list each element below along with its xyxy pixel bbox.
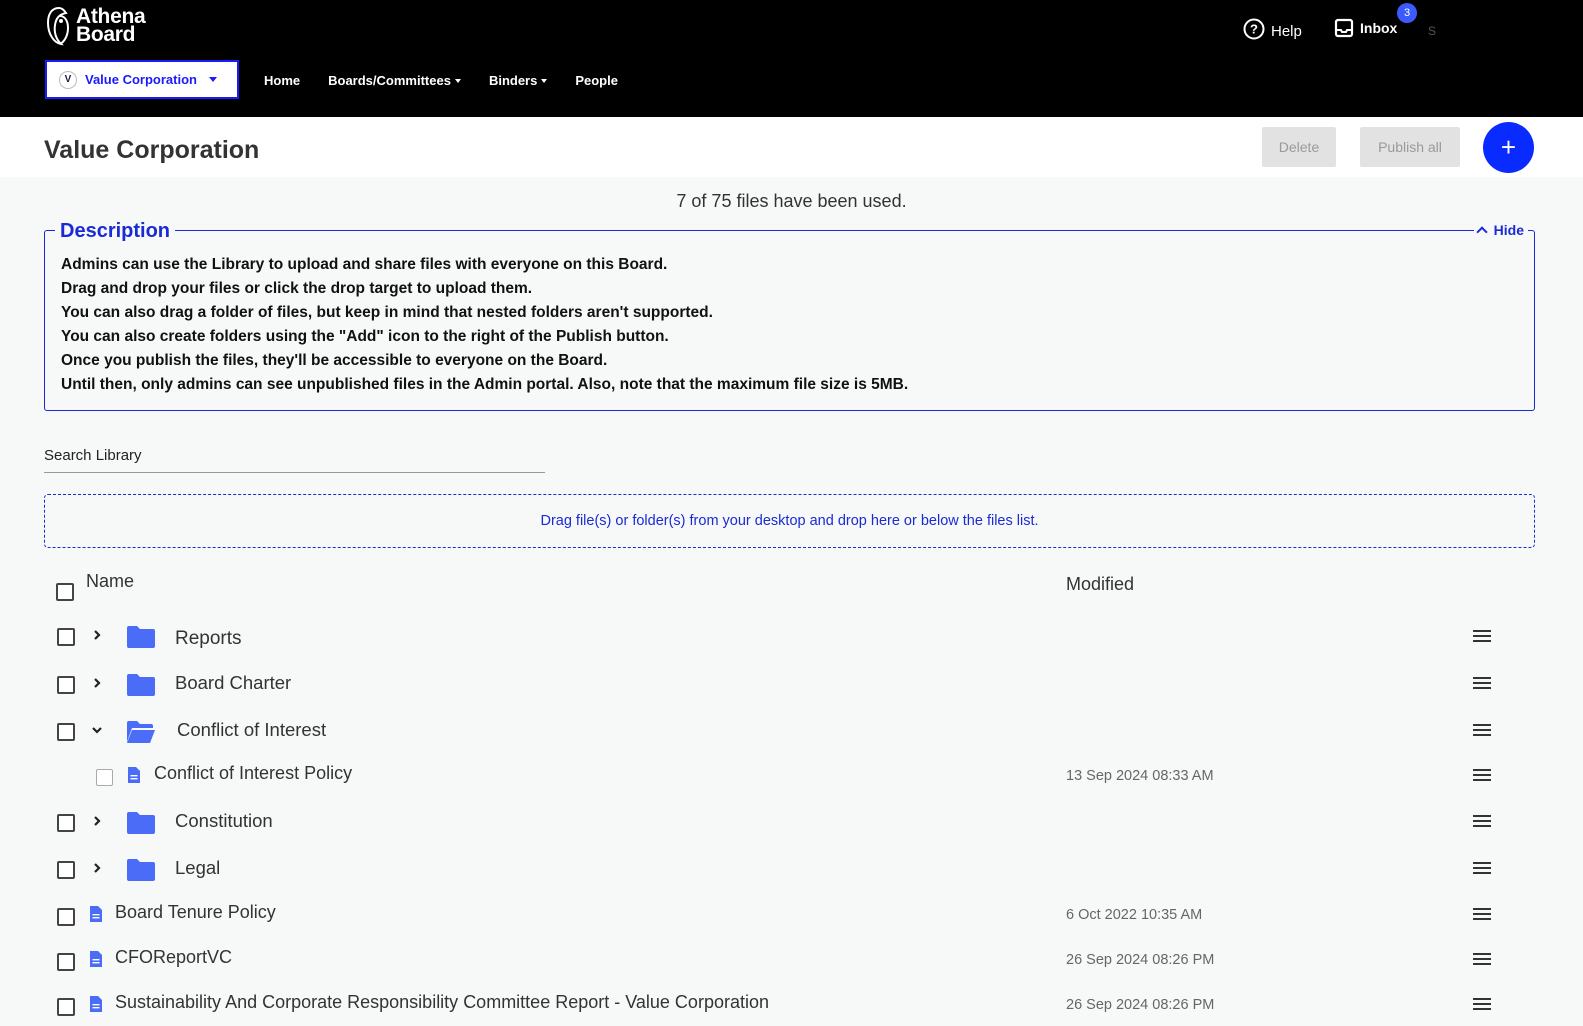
- svg-text:?: ?: [1250, 22, 1258, 37]
- folder-name[interactable]: Board Charter: [175, 672, 291, 694]
- file-drop-zone[interactable]: Drag file(s) or folder(s) from your desk…: [44, 494, 1535, 548]
- help-circle-icon: ?: [1243, 18, 1265, 40]
- folder-name[interactable]: Reports: [175, 628, 242, 650]
- row-checkbox[interactable]: [57, 814, 75, 832]
- collapse-chevron-down-icon[interactable]: [90, 723, 104, 737]
- help-label: Help: [1271, 22, 1302, 40]
- help-link[interactable]: ? Help: [1243, 18, 1302, 40]
- file-name[interactable]: Board Tenure Policy: [115, 902, 276, 923]
- column-header-modified[interactable]: Modified: [1066, 574, 1134, 595]
- nav-home-label: Home: [264, 73, 301, 88]
- organization-selector[interactable]: V Value Corporation: [45, 60, 239, 99]
- logo-line-2: Board: [76, 23, 136, 46]
- file-usage-text: 7 of 75 files have been used.: [676, 191, 907, 211]
- row-checkbox[interactable]: [57, 861, 75, 879]
- folder-icon: [127, 859, 155, 881]
- expand-chevron-right-icon[interactable]: [90, 861, 104, 875]
- row-checkbox[interactable]: [57, 723, 75, 741]
- row-checkbox[interactable]: [57, 908, 75, 926]
- row-checkbox[interactable]: [57, 676, 75, 694]
- inbox-count-badge: 3: [1397, 3, 1417, 23]
- delete-button[interactable]: Delete: [1262, 127, 1336, 167]
- folder-name[interactable]: Constitution: [175, 810, 273, 832]
- drop-zone-text: Drag file(s) or folder(s) from your desk…: [540, 513, 1039, 529]
- description-line: Drag and drop your files or click the dr…: [61, 280, 533, 297]
- modified-date: 6 Oct 2022 10:35 AM: [1066, 907, 1203, 923]
- column-header-name[interactable]: Name: [86, 571, 134, 592]
- document-icon: [90, 951, 102, 967]
- add-button[interactable]: +: [1483, 122, 1534, 173]
- description-legend: Description: [55, 220, 176, 243]
- owl-logo-icon: [46, 6, 70, 46]
- folder-icon: [127, 626, 155, 648]
- file-name[interactable]: CFOReportVC: [115, 947, 232, 968]
- modified-date: 26 Sep 2024 08:26 PM: [1066, 952, 1215, 968]
- chevron-up-icon: [1475, 226, 1488, 238]
- nav-people[interactable]: People: [575, 73, 618, 88]
- chevron-down-icon: [208, 77, 217, 82]
- folder-name[interactable]: Conflict of Interest: [177, 719, 326, 741]
- nav-binders-label: Binders: [488, 73, 538, 88]
- folder-icon: [127, 812, 155, 834]
- hide-label: Hide: [1493, 222, 1524, 238]
- folder-name[interactable]: Legal: [175, 857, 220, 879]
- nav-binders[interactable]: Binders: [488, 73, 548, 88]
- user-menu[interactable]: S: [1428, 24, 1436, 38]
- inbox-link[interactable]: Inbox: [1334, 18, 1397, 38]
- modified-date: 26 Sep 2024 08:26 PM: [1066, 997, 1215, 1013]
- nav-boards-committees[interactable]: Boards/Committees: [328, 73, 461, 88]
- search-underline: [44, 472, 545, 473]
- file-name[interactable]: Sustainability And Corporate Responsibil…: [115, 992, 769, 1013]
- row-menu-icon[interactable]: [1473, 862, 1491, 876]
- plus-icon: +: [1500, 132, 1517, 162]
- modified-date: 13 Sep 2024 08:33 AM: [1066, 768, 1214, 784]
- row-checkbox[interactable]: [57, 953, 75, 971]
- row-menu-icon[interactable]: [1473, 677, 1491, 691]
- athena-board-logo[interactable]: Athena Board: [46, 6, 146, 46]
- folder-open-icon: [127, 721, 155, 743]
- search-library-input[interactable]: [44, 443, 545, 471]
- page-title: Value Corporation: [44, 136, 260, 164]
- nav-boards-committees-label: Boards/Committees: [328, 73, 451, 88]
- file-name[interactable]: Conflict of Interest Policy: [154, 763, 352, 784]
- organization-badge-icon: V: [59, 70, 77, 89]
- expand-chevron-right-icon[interactable]: [90, 628, 104, 642]
- expand-chevron-right-icon[interactable]: [90, 814, 104, 828]
- description-panel: Description Hide Admins can use the Libr…: [44, 220, 1535, 411]
- hide-description-button[interactable]: Hide: [1473, 222, 1528, 238]
- expand-chevron-right-icon[interactable]: [90, 676, 104, 690]
- row-menu-icon[interactable]: [1473, 769, 1491, 783]
- description-line: You can also create folders using the "A…: [61, 328, 669, 345]
- document-icon: [90, 906, 102, 922]
- row-checkbox[interactable]: [57, 998, 75, 1016]
- select-all-checkbox[interactable]: [56, 583, 74, 601]
- inbox-tray-icon: [1334, 18, 1354, 38]
- folder-icon: [127, 674, 155, 696]
- description-line: You can also drag a folder of files, but…: [61, 304, 713, 321]
- row-menu-icon[interactable]: [1473, 630, 1491, 644]
- organization-selector-label: Value Corporation: [85, 72, 197, 87]
- chevron-down-icon: [454, 78, 461, 83]
- row-menu-icon[interactable]: [1473, 908, 1491, 922]
- inbox-label: Inbox: [1360, 20, 1398, 36]
- description-text: Admins can use the Library to upload and…: [61, 253, 908, 397]
- row-menu-icon[interactable]: [1473, 815, 1491, 829]
- publish-all-button[interactable]: Publish all: [1360, 127, 1460, 167]
- main-nav: Home Boards/Committees Binders People: [264, 73, 618, 88]
- description-line: Once you publish the files, they'll be a…: [61, 352, 608, 369]
- row-menu-icon[interactable]: [1473, 953, 1491, 967]
- nav-people-label: People: [575, 73, 618, 88]
- document-icon: [90, 996, 102, 1012]
- row-menu-icon[interactable]: [1473, 998, 1491, 1012]
- row-checkbox[interactable]: [57, 628, 75, 646]
- nav-home[interactable]: Home: [264, 73, 300, 88]
- document-icon: [128, 767, 140, 783]
- description-line: Until then, only admins can see unpublis…: [61, 376, 909, 393]
- chevron-down-icon: [541, 78, 548, 83]
- row-checkbox[interactable]: [96, 769, 113, 786]
- logo-text: Athena Board: [76, 6, 146, 46]
- row-menu-icon[interactable]: [1473, 724, 1491, 738]
- description-line: Admins can use the Library to upload and…: [61, 256, 668, 273]
